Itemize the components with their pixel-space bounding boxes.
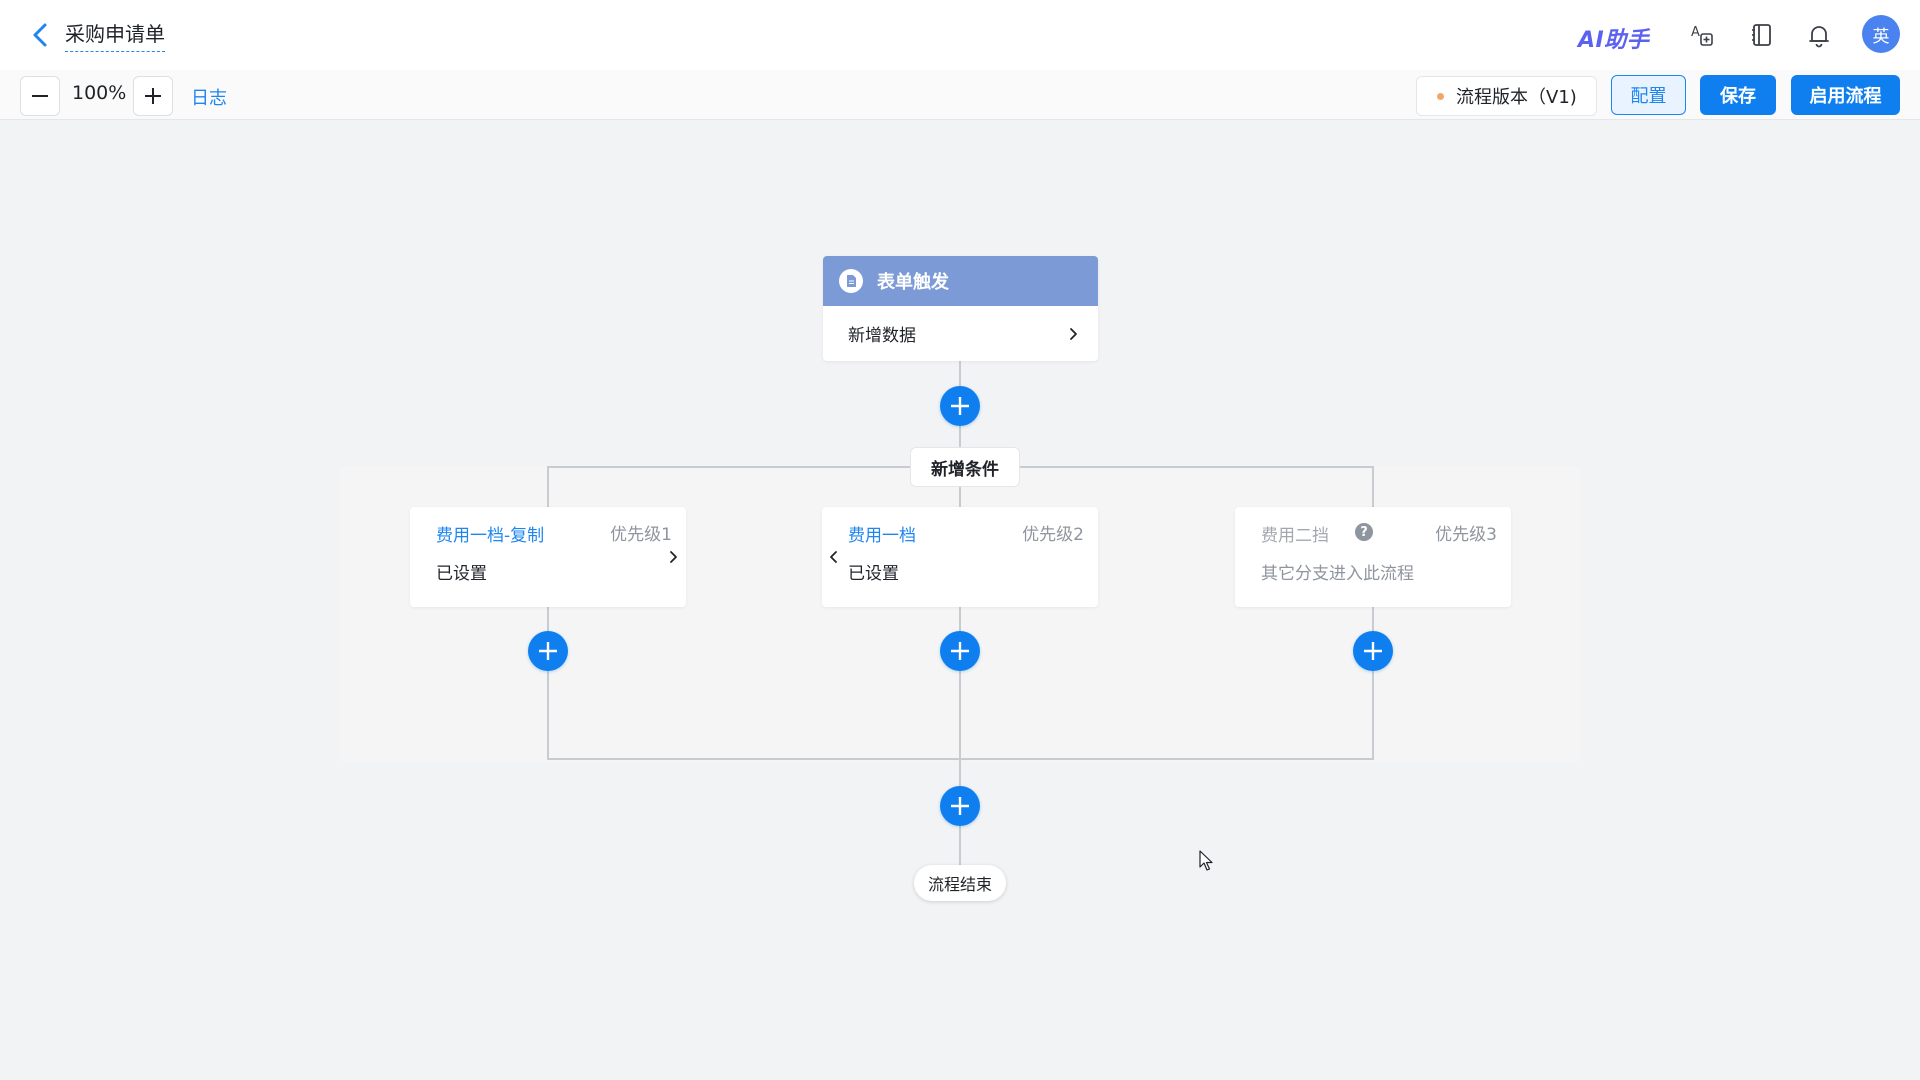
canvas-toolbar: 100% 日志 流程版本（V1) 配置 保存 启用流程 [0, 70, 1920, 120]
plus-icon [1364, 642, 1382, 660]
svg-text:A: A [1691, 25, 1700, 40]
plus-icon [145, 88, 161, 104]
page-title[interactable]: 采购申请单 [65, 18, 165, 52]
add-node-button[interactable] [940, 786, 980, 826]
mouse-cursor-icon [1199, 850, 1213, 871]
trigger-action: 新增数据 [848, 326, 916, 346]
plus-icon [539, 642, 557, 660]
plus-icon [951, 642, 969, 660]
add-node-button[interactable] [528, 631, 568, 671]
enable-flow-button[interactable]: 启用流程 [1791, 75, 1900, 115]
trigger-title: 表单触发 [877, 272, 949, 293]
condition-card[interactable]: 费用一档-复制 优先级1 已设置 [410, 507, 686, 607]
add-condition-button[interactable]: 新增条件 [910, 447, 1020, 487]
bell-icon[interactable] [1806, 22, 1832, 48]
condition-desc: 已设置 [848, 564, 899, 584]
save-button[interactable]: 保存 [1700, 75, 1776, 115]
top-header: 采购申请单 AI助手 A 英 [0, 0, 1920, 70]
zoom-level: 100% [72, 82, 127, 104]
condition-card[interactable]: 费用二挡 ? 优先级3 其它分支进入此流程 [1235, 507, 1511, 607]
trigger-node[interactable]: 表单触发 新增数据 [823, 256, 1098, 361]
condition-desc: 已设置 [436, 564, 487, 584]
condition-desc: 其它分支进入此流程 [1261, 564, 1414, 584]
back-arrow-icon[interactable] [26, 20, 56, 50]
add-node-button[interactable] [940, 631, 980, 671]
notebook-icon[interactable] [1749, 22, 1775, 48]
move-left-icon[interactable] [826, 549, 842, 565]
log-link[interactable]: 日志 [191, 84, 227, 110]
trigger-node-body: 新增数据 [823, 306, 1098, 361]
add-node-button[interactable] [1353, 631, 1393, 671]
condition-card[interactable]: 费用一档 优先级2 已设置 [822, 507, 1098, 607]
version-label: 流程版本（V1) [1456, 87, 1577, 108]
trigger-node-header: 表单触发 [823, 256, 1098, 306]
chevron-right-icon [1070, 327, 1077, 340]
flow-canvas[interactable]: 表单触发 新增数据 新增条件 费用一档-复制 优先级1 已设置 费用一档 优先级… [0, 121, 1920, 1080]
translate-icon[interactable]: A [1689, 22, 1715, 48]
condition-name: 费用二挡 [1261, 526, 1329, 546]
plus-icon [951, 797, 969, 815]
condition-name: 费用一档-复制 [436, 526, 545, 546]
flow-end-node: 流程结束 [914, 865, 1006, 901]
user-avatar[interactable]: 英 [1862, 15, 1900, 53]
condition-name: 费用一档 [848, 526, 916, 546]
move-right-icon[interactable] [666, 549, 682, 565]
condition-priority: 优先级1 [610, 525, 672, 545]
help-icon[interactable]: ? [1355, 523, 1373, 541]
version-selector[interactable]: 流程版本（V1) [1416, 76, 1597, 116]
zoom-out-button[interactable] [20, 76, 60, 116]
version-status-dot [1437, 92, 1444, 100]
condition-priority: 优先级3 [1435, 525, 1497, 545]
zoom-in-button[interactable] [133, 76, 173, 116]
condition-priority: 优先级2 [1022, 525, 1084, 545]
add-node-button[interactable] [940, 386, 980, 426]
plus-icon [951, 397, 969, 415]
form-icon [839, 269, 863, 293]
ai-assistant-logo[interactable]: AI助手 [1578, 22, 1649, 54]
minus-icon [32, 95, 48, 97]
config-button[interactable]: 配置 [1611, 75, 1686, 115]
